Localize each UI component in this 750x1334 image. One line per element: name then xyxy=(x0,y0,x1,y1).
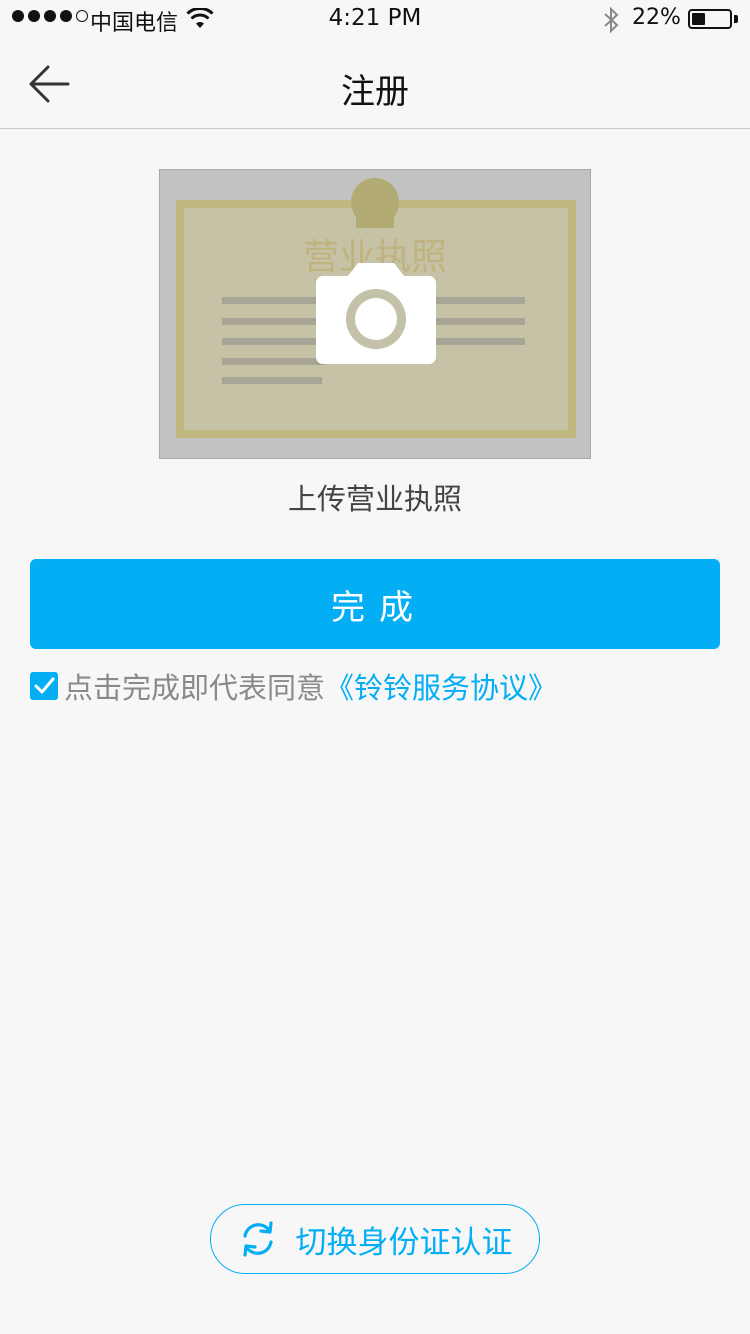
switch-id-label: 切换身份证认证 xyxy=(295,1224,513,1261)
upload-caption: 上传营业执照 xyxy=(287,482,462,516)
camera-icon xyxy=(316,263,436,364)
done-button[interactable]: 完成 xyxy=(30,559,720,649)
battery-icon xyxy=(688,9,732,29)
license-upload-area[interactable]: 营业执照 xyxy=(159,169,591,459)
refresh-icon xyxy=(242,1221,273,1257)
bluetooth-icon xyxy=(604,6,619,34)
agreement-text: 点击完成即代表同意 xyxy=(64,671,326,705)
page-title: 注册 xyxy=(341,72,409,112)
navigation-bar: 注册 xyxy=(0,40,750,129)
agreement-checkbox[interactable] xyxy=(30,672,58,700)
license-placeholder-illustration: 营业执照 xyxy=(176,178,576,438)
checkmark-icon xyxy=(34,677,55,694)
status-bar: 中国电信 4:21 PM 22% xyxy=(0,0,750,40)
agreement-row: 点击完成即代表同意 《铃铃服务协议》 xyxy=(30,666,557,706)
service-agreement-link[interactable]: 《铃铃服务协议》 xyxy=(325,665,557,707)
battery-cap xyxy=(734,15,738,23)
switch-id-verification-button[interactable]: 切换身份证认证 xyxy=(210,1204,540,1274)
battery-percent: 22% xyxy=(632,5,681,30)
